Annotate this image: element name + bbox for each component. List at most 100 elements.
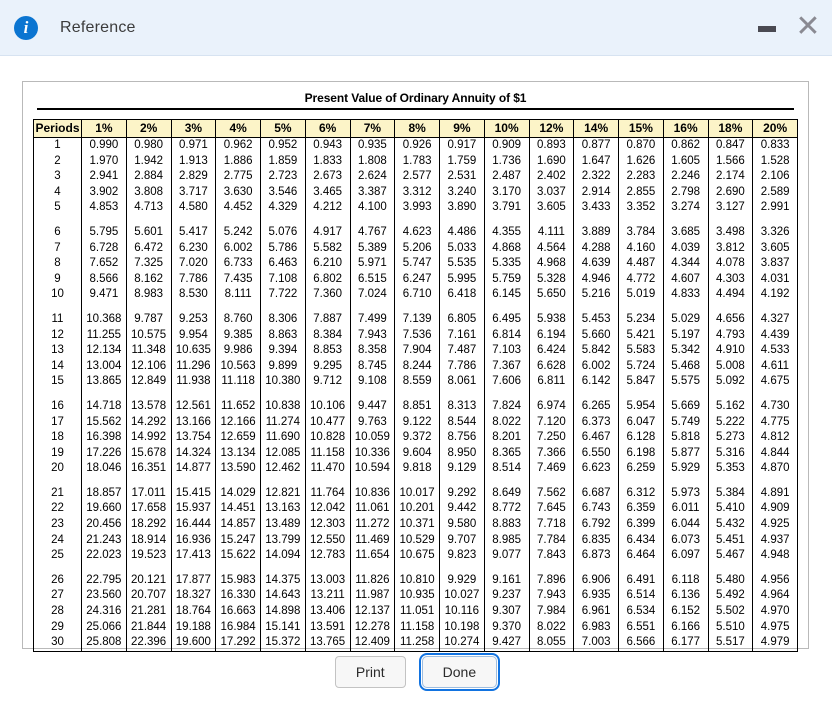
- cell-factor: 6.418: [440, 287, 485, 303]
- cell-factor: 0.870: [619, 138, 664, 154]
- cell-factor: 12.659: [216, 430, 261, 446]
- column-header-rate: 6%: [305, 120, 350, 138]
- table-row: 10.9900.9800.9710.9620.9520.9430.9350.92…: [34, 138, 798, 154]
- done-button[interactable]: Done: [422, 656, 497, 688]
- cell-factor: 4.494: [708, 287, 753, 303]
- cell-factor: 7.469: [529, 461, 574, 477]
- cell-period: 24: [34, 533, 82, 549]
- cell-factor: 22.396: [126, 635, 171, 651]
- cell-factor: 11.987: [350, 588, 395, 604]
- cell-factor: 4.979: [753, 635, 798, 651]
- cell-factor: 4.329: [261, 200, 306, 216]
- cell-factor: 3.037: [529, 185, 574, 201]
- cell-factor: 6.467: [574, 430, 619, 446]
- cell-factor: 0.877: [574, 138, 619, 154]
- cell-period: 20: [34, 461, 82, 477]
- cell-factor: 10.371: [395, 517, 440, 533]
- minimize-icon[interactable]: [752, 13, 782, 43]
- column-header-rate: 14%: [574, 120, 619, 138]
- cell-factor: 7.718: [529, 517, 574, 533]
- cell-factor: 9.986: [216, 343, 261, 359]
- cell-factor: 6.463: [261, 256, 306, 272]
- cell-factor: 5.660: [574, 328, 619, 344]
- cell-factor: 2.723: [261, 169, 306, 185]
- cell-factor: 22.795: [82, 573, 127, 589]
- cell-factor: 6.491: [619, 573, 664, 589]
- cell-factor: 7.161: [440, 328, 485, 344]
- cell-factor: 16.663: [216, 604, 261, 620]
- cell-factor: 5.197: [663, 328, 708, 344]
- column-header-rate: 15%: [619, 120, 664, 138]
- cell-factor: 7.943: [350, 328, 395, 344]
- cell-factor: 9.580: [440, 517, 485, 533]
- cell-factor: 12.106: [126, 359, 171, 375]
- table-row: 32.9412.8842.8292.7752.7232.6732.6242.57…: [34, 169, 798, 185]
- cell-factor: 3.890: [440, 200, 485, 216]
- cell-factor: 6.495: [484, 312, 529, 328]
- cell-factor: 5.467: [708, 548, 753, 564]
- cell-factor: 4.611: [753, 359, 798, 375]
- cell-period: 19: [34, 446, 82, 462]
- cell-period: 5: [34, 200, 82, 216]
- table-row: 2522.02319.52317.41315.62214.09412.78311…: [34, 548, 798, 564]
- cell-factor: 4.344: [663, 256, 708, 272]
- cell-factor: 10.594: [350, 461, 395, 477]
- cell-factor: 7.487: [440, 343, 485, 359]
- close-icon[interactable]: ✕: [792, 12, 824, 44]
- cell-factor: 6.128: [619, 430, 664, 446]
- cell-factor: 4.970: [753, 604, 798, 620]
- cell-factor: 9.161: [484, 573, 529, 589]
- cell-factor: 13.489: [261, 517, 306, 533]
- cell-factor: 10.198: [440, 620, 485, 636]
- cell-factor: 10.635: [171, 343, 216, 359]
- cell-factor: 15.622: [216, 548, 261, 564]
- cell-factor: 4.192: [753, 287, 798, 303]
- column-header-rate: 3%: [171, 120, 216, 138]
- cell-factor: 13.590: [216, 461, 261, 477]
- cell-factor: 19.523: [126, 548, 171, 564]
- cell-factor: 7.366: [529, 446, 574, 462]
- cell-factor: 1.808: [350, 154, 395, 170]
- print-button[interactable]: Print: [335, 656, 406, 688]
- cell-factor: 6.259: [619, 461, 664, 477]
- cell-factor: 6.194: [529, 328, 574, 344]
- table-row: 1917.22615.67814.32413.13412.08511.15810…: [34, 446, 798, 462]
- cell-factor: 0.893: [529, 138, 574, 154]
- cell-factor: 8.745: [350, 359, 395, 375]
- cell-factor: 9.253: [171, 312, 216, 328]
- cell-factor: 9.823: [440, 548, 485, 564]
- cell-factor: 15.141: [261, 620, 306, 636]
- table-row-group-spacer: [34, 477, 798, 486]
- cell-factor: 14.451: [216, 501, 261, 517]
- info-icon: i: [14, 16, 38, 40]
- cell-period: 7: [34, 241, 82, 257]
- cell-factor: 12.166: [216, 415, 261, 431]
- cell-factor: 3.630: [216, 185, 261, 201]
- cell-factor: 7.024: [350, 287, 395, 303]
- cell-factor: 8.566: [82, 272, 127, 288]
- cell-factor: 2.914: [574, 185, 619, 201]
- cell-factor: 11.274: [261, 415, 306, 431]
- cell-factor: 6.399: [619, 517, 664, 533]
- cell-factor: 5.222: [708, 415, 753, 431]
- cell-factor: 13.134: [216, 446, 261, 462]
- cell-factor: 14.857: [216, 517, 261, 533]
- cell-factor: 4.111: [529, 225, 574, 241]
- cell-factor: 13.591: [305, 620, 350, 636]
- cell-factor: 5.216: [574, 287, 619, 303]
- cell-factor: 11.258: [395, 635, 440, 651]
- cell-factor: 11.469: [350, 533, 395, 549]
- cell-factor: 21.844: [126, 620, 171, 636]
- cell-factor: 8.950: [440, 446, 485, 462]
- cell-factor: 7.435: [216, 272, 261, 288]
- cell-factor: 9.122: [395, 415, 440, 431]
- cell-factor: 3.812: [708, 241, 753, 257]
- cell-factor: 16.398: [82, 430, 127, 446]
- cell-factor: 7.120: [529, 415, 574, 431]
- cell-factor: 5.076: [261, 225, 306, 241]
- column-header-rate: 12%: [529, 120, 574, 138]
- cell-factor: 9.604: [395, 446, 440, 462]
- cell-factor: 6.424: [529, 343, 574, 359]
- cell-factor: 5.929: [663, 461, 708, 477]
- cell-factor: 14.375: [261, 573, 306, 589]
